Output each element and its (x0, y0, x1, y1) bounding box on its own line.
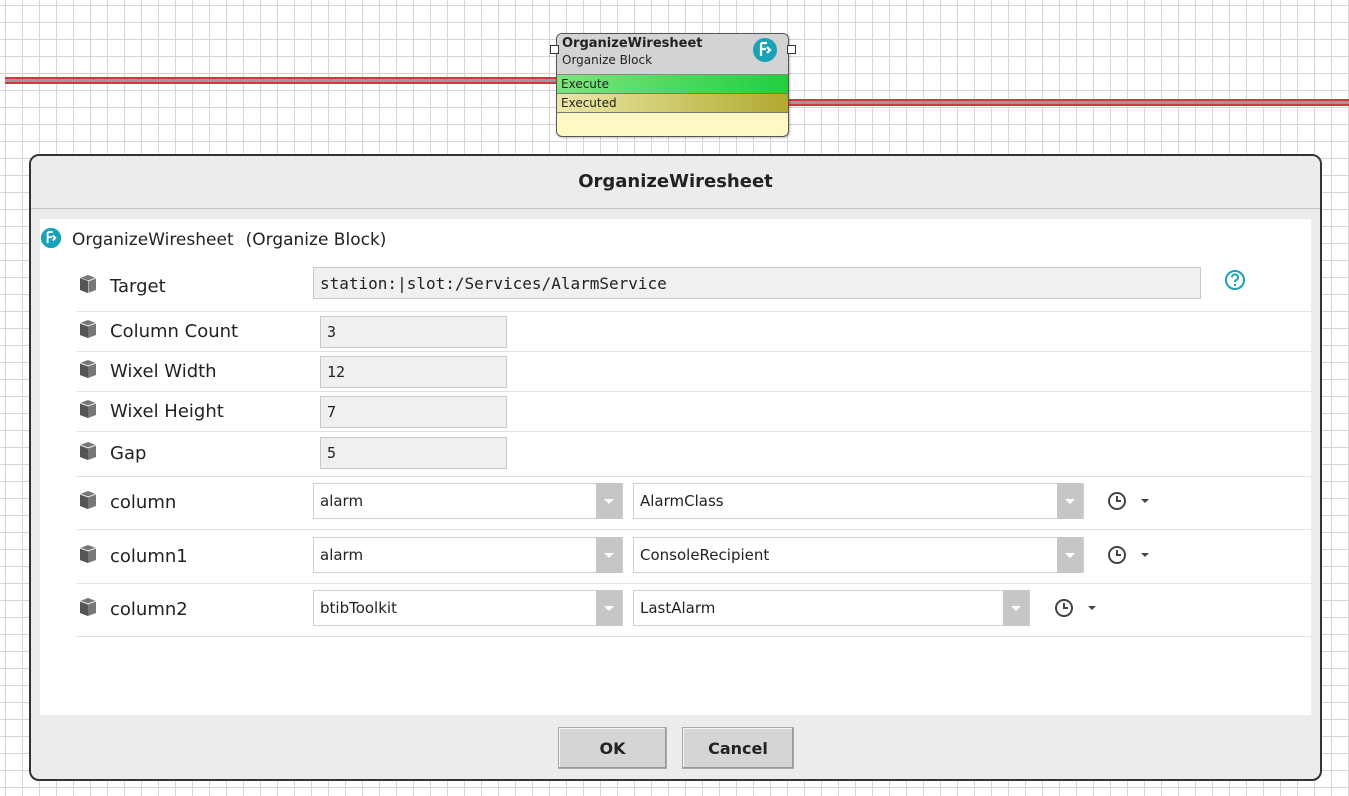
property-cube-icon (77, 543, 99, 570)
cancel-button[interactable]: Cancel (682, 727, 794, 769)
property-cube-icon (77, 358, 99, 385)
organize-wiresheet-dialog: OrganizeWiresheet OrganizeWiresheet (Org… (29, 154, 1322, 781)
property-row-wixel-height: Wixel Height 7 (77, 391, 1311, 432)
organize-block-icon (40, 227, 62, 254)
property-label: Wixel Width (77, 356, 217, 386)
property-cube-icon (77, 440, 99, 467)
property-sheet-header: OrganizeWiresheet (Organize Block) (40, 225, 386, 255)
column2-module-select[interactable]: btibToolkit (313, 590, 623, 626)
label-gap: Gap (110, 442, 147, 464)
header-type: (Organize Block) (245, 230, 387, 250)
column-count-field[interactable]: 3 (320, 316, 507, 348)
column-module-select[interactable]: alarm (313, 483, 623, 519)
chevron-down-icon[interactable] (1088, 606, 1096, 610)
property-row-wixel-width: Wixel Width 12 (77, 351, 1311, 392)
chevron-down-icon[interactable] (1057, 483, 1083, 519)
property-label: Gap (77, 438, 146, 468)
column-type-select[interactable]: AlarmClass (633, 483, 1084, 519)
property-row-column-count: Column Count 3 (77, 311, 1311, 352)
label-column1: column1 (110, 545, 188, 567)
dialog-title: OrganizeWiresheet (31, 156, 1320, 209)
ok-button[interactable]: OK (558, 727, 667, 769)
history-icon[interactable] (1054, 598, 1096, 618)
help-icon[interactable] (1224, 269, 1246, 295)
label-wixel-height: Wixel Height (110, 400, 224, 422)
slot-executed[interactable]: Executed (557, 94, 788, 113)
history-icon[interactable] (1107, 491, 1149, 511)
property-cube-icon (77, 273, 99, 300)
property-row-column: column alarm AlarmClass (77, 476, 1311, 530)
block-input-port[interactable] (550, 45, 559, 54)
property-cube-icon (77, 596, 99, 623)
label-column2: column2 (110, 598, 188, 620)
column2-type-select[interactable]: LastAlarm (633, 590, 1030, 626)
block-output-port[interactable] (787, 45, 796, 54)
property-cube-icon (77, 489, 99, 516)
chevron-down-icon[interactable] (1057, 537, 1083, 573)
property-row-column1: column1 alarm ConsoleRecipient (77, 529, 1311, 584)
column1-type-select[interactable]: ConsoleRecipient (633, 537, 1084, 573)
label-wixel-width: Wixel Width (110, 360, 217, 382)
column1-module-value: alarm (320, 546, 364, 564)
label-column-count: Column Count (110, 320, 239, 342)
header-name: OrganizeWiresheet (72, 230, 234, 250)
chevron-down-icon[interactable] (596, 537, 622, 573)
chevron-down-icon[interactable] (1141, 553, 1149, 557)
property-label: Wixel Height (77, 396, 224, 426)
gap-field[interactable]: 5 (320, 437, 507, 469)
wixel-height-field[interactable]: 7 (320, 396, 507, 428)
property-cube-icon (77, 318, 99, 345)
column-module-value: alarm (320, 492, 364, 510)
property-label: column1 (77, 541, 188, 571)
column1-module-select[interactable]: alarm (313, 537, 623, 573)
property-row-gap: Gap 5 (77, 431, 1311, 477)
label-column: column (110, 491, 177, 513)
property-row-column2: column2 btibToolkit LastAlarm (77, 583, 1311, 637)
wire-right (787, 98, 1349, 107)
column-type-value: AlarmClass (640, 492, 724, 510)
property-label: column2 (77, 594, 188, 624)
chevron-down-icon[interactable] (1141, 499, 1149, 503)
property-label: column (77, 487, 176, 517)
block-type: Organize Block (562, 53, 653, 67)
target-field[interactable]: station:|slot:/Services/AlarmService (313, 267, 1201, 299)
label-target: Target (110, 275, 166, 297)
wire-left (5, 76, 556, 85)
chevron-down-icon[interactable] (1003, 590, 1029, 626)
column1-type-value: ConsoleRecipient (640, 546, 770, 564)
chevron-down-icon[interactable] (596, 483, 622, 519)
property-sheet: OrganizeWiresheet (Organize Block) Targe… (40, 219, 1311, 715)
property-row-target: Target station:|slot:/Services/AlarmServ… (77, 261, 1311, 312)
history-icon[interactable] (1107, 545, 1149, 565)
chevron-down-icon[interactable] (596, 590, 622, 626)
slot-execute[interactable]: Execute (557, 75, 788, 94)
organize-block-icon (752, 37, 778, 67)
block-name: OrganizeWiresheet (562, 36, 703, 51)
column2-module-value: btibToolkit (320, 599, 397, 617)
block-header: OrganizeWiresheet Organize Block (557, 34, 788, 75)
property-label: Column Count (77, 316, 238, 346)
property-cube-icon (77, 398, 99, 425)
wixel-width-field[interactable]: 12 (320, 356, 507, 388)
column2-type-value: LastAlarm (640, 599, 716, 617)
organize-wiresheet-block[interactable]: OrganizeWiresheet Organize Block Execute… (556, 33, 789, 137)
property-label: Target (77, 271, 166, 301)
